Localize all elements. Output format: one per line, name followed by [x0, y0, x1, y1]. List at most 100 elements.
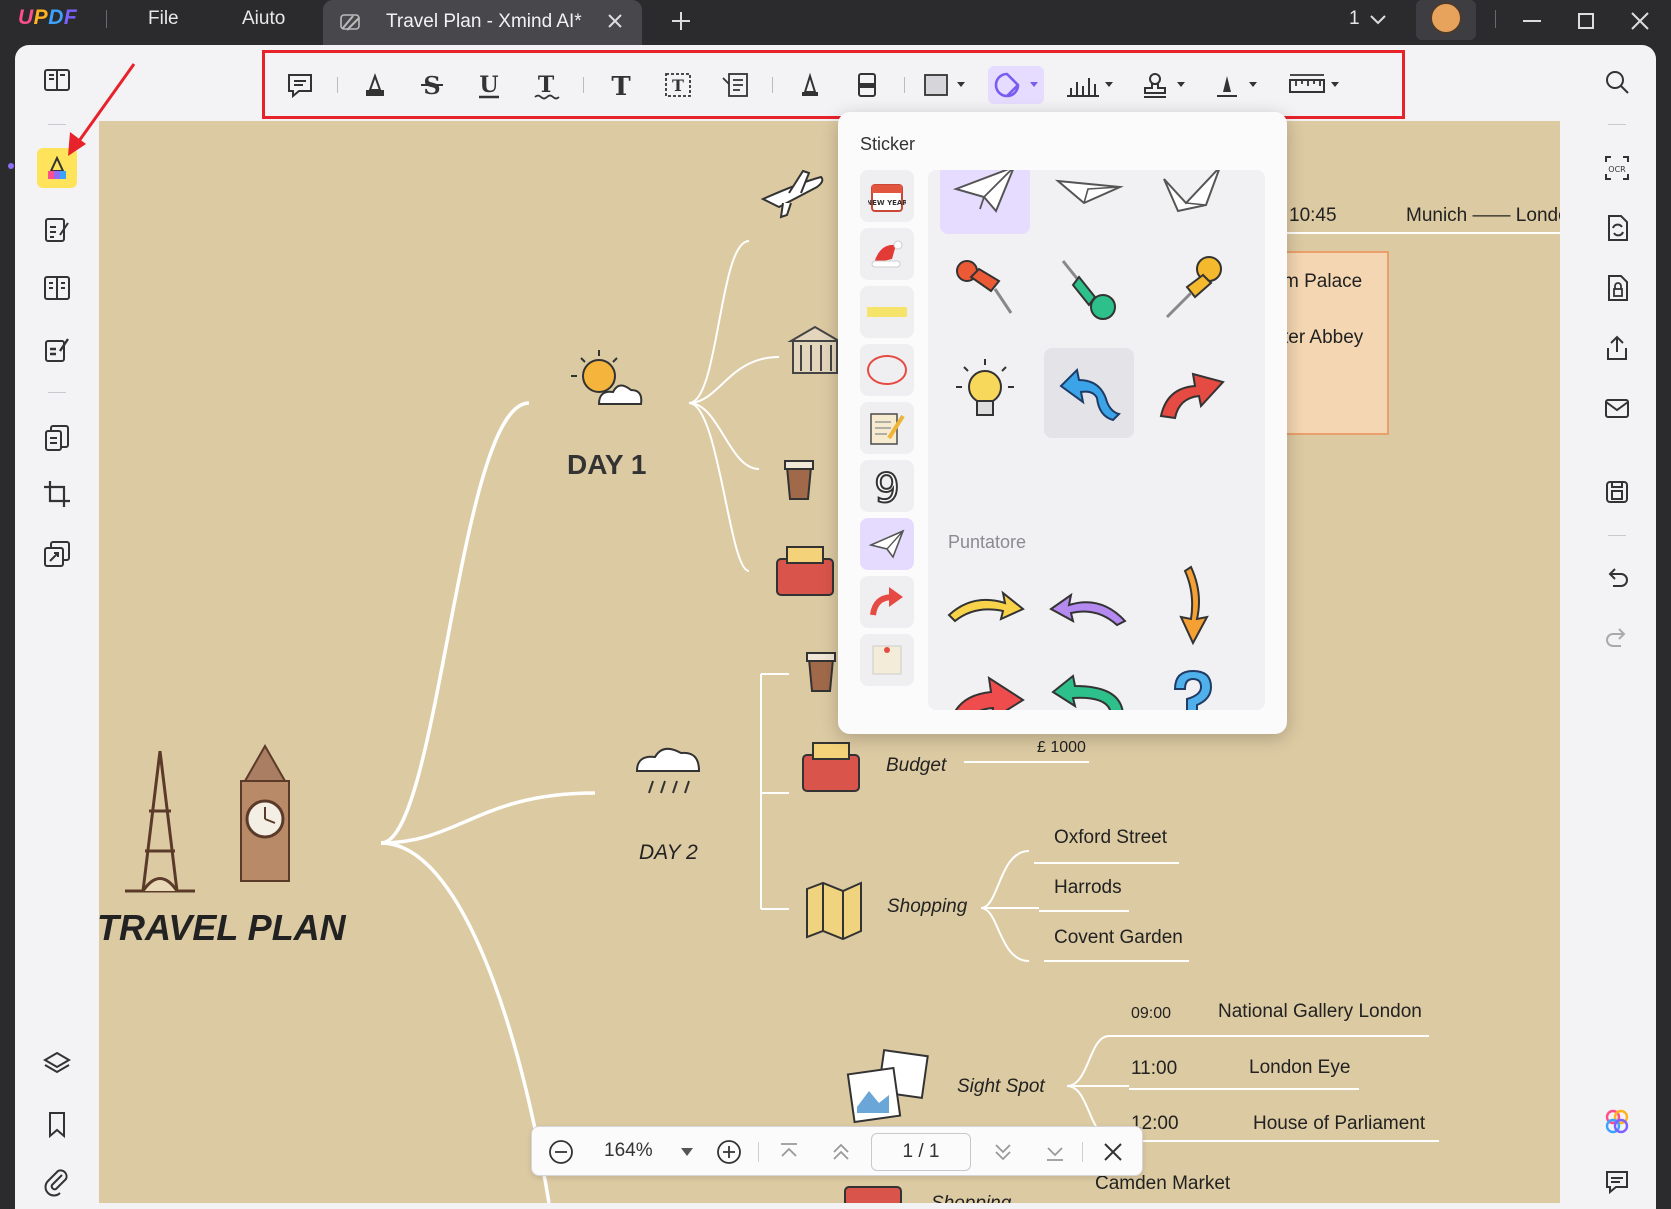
- fill-sign-button[interactable]: [37, 330, 77, 370]
- sticker-category-new-year[interactable]: NEW YEAR: [860, 170, 914, 222]
- sticker-arrow-blue[interactable]: [1044, 348, 1134, 438]
- eraser-tool[interactable]: [847, 66, 887, 104]
- edit-mode-button[interactable]: [37, 210, 77, 250]
- maximize-icon[interactable]: [1575, 10, 1597, 37]
- shopping-node[interactable]: Shopping: [887, 896, 967, 918]
- page-tools-button[interactable]: [37, 534, 77, 574]
- sight-spot-node[interactable]: Sight Spot: [957, 1076, 1045, 1098]
- sticker-paper-plane-2[interactable]: [1044, 170, 1134, 234]
- ai-assistant-button[interactable]: [1597, 1102, 1637, 1142]
- bookmark-button[interactable]: [37, 1104, 77, 1144]
- undo-button[interactable]: [1597, 558, 1637, 598]
- new-tab-icon[interactable]: [670, 10, 692, 37]
- first-page-button[interactable]: [774, 1137, 804, 1167]
- sticker-arrow-red[interactable]: [1148, 348, 1238, 438]
- document-canvas[interactable]: TRAVEL PLAN DAY 1 DAY 2 10:45 Munich —— …: [99, 121, 1560, 1203]
- chart-tool[interactable]: [1059, 66, 1119, 104]
- protect-button[interactable]: [1597, 268, 1637, 308]
- sticker-question-mark[interactable]: [1148, 660, 1238, 710]
- sticker-pointer-green[interactable]: [1044, 660, 1134, 710]
- form-mode-button[interactable]: [37, 268, 77, 308]
- layers-button[interactable]: [37, 1044, 77, 1084]
- budget-node[interactable]: Budget: [886, 755, 946, 777]
- comments-panel-button[interactable]: [1597, 1162, 1637, 1202]
- shopping-node-2[interactable]: Shopping: [931, 1193, 1011, 1203]
- time-label[interactable]: 09:00: [1131, 1005, 1171, 1023]
- chevron-down-icon[interactable]: [1369, 13, 1387, 31]
- sticker-pin-yellow[interactable]: [1148, 246, 1238, 336]
- menu-help[interactable]: Aiuto: [242, 8, 285, 30]
- day2-node[interactable]: DAY 2: [639, 841, 698, 865]
- sticker-category-tape[interactable]: [860, 286, 914, 338]
- zoom-out-button[interactable]: [546, 1137, 576, 1167]
- search-button[interactable]: [1597, 62, 1637, 102]
- zoom-dropdown-button[interactable]: [672, 1137, 702, 1167]
- menu-file[interactable]: File: [148, 8, 179, 30]
- sticker-pin-red[interactable]: [940, 246, 1030, 336]
- crop-button[interactable]: [37, 474, 77, 514]
- sticker-pointer-orange[interactable]: [1148, 560, 1238, 650]
- page-indicator[interactable]: 1: [1349, 8, 1360, 30]
- minimize-icon[interactable]: [1521, 10, 1543, 37]
- measure-tool[interactable]: [1283, 66, 1347, 104]
- sticker-category-paper-plane[interactable]: [860, 518, 914, 570]
- stamp-tool[interactable]: [1135, 66, 1191, 104]
- sticker-lightbulb[interactable]: [940, 348, 1030, 438]
- textbox-tool[interactable]: T: [658, 66, 698, 104]
- zoom-in-button[interactable]: [714, 1137, 744, 1167]
- save-button[interactable]: [1597, 472, 1637, 512]
- sticker-pointer-red[interactable]: [940, 660, 1030, 710]
- underline-tool[interactable]: U: [469, 66, 509, 104]
- attachment-button[interactable]: [37, 1162, 77, 1202]
- share-button[interactable]: [1597, 328, 1637, 368]
- abbey-label[interactable]: ter Abbey: [1283, 327, 1363, 349]
- london-eye-label[interactable]: London Eye: [1249, 1057, 1350, 1079]
- budget-value[interactable]: £ 1000: [1037, 739, 1086, 757]
- redo-button[interactable]: [1597, 618, 1637, 658]
- oxford-street-label[interactable]: Oxford Street: [1054, 827, 1167, 849]
- organize-pages-button[interactable]: [37, 418, 77, 458]
- sticker-pointer-yellow[interactable]: [940, 560, 1030, 650]
- sticker-category-circle[interactable]: [860, 344, 914, 396]
- comment-tool[interactable]: [280, 66, 320, 104]
- covent-garden-label[interactable]: Covent Garden: [1054, 927, 1183, 949]
- previous-page-button[interactable]: [826, 1137, 856, 1167]
- sticker-category-memo[interactable]: [860, 634, 914, 686]
- close-window-icon[interactable]: [1629, 10, 1651, 37]
- route-label[interactable]: Munich —— Londo: [1406, 205, 1560, 227]
- zoom-level[interactable]: 164%: [604, 1140, 653, 1162]
- strikethrough-tool[interactable]: S: [412, 66, 452, 104]
- palace-label[interactable]: m Palace: [1283, 271, 1362, 293]
- map-title[interactable]: TRAVEL PLAN: [99, 907, 346, 949]
- camden-market-label[interactable]: Camden Market: [1095, 1173, 1230, 1195]
- pencil-tool[interactable]: [790, 66, 830, 104]
- shape-tool[interactable]: [917, 66, 973, 104]
- next-page-button[interactable]: [988, 1137, 1018, 1167]
- highlight-tool[interactable]: [355, 66, 395, 104]
- sticker-pointer-purple[interactable]: [1044, 560, 1134, 650]
- squiggly-tool[interactable]: T: [526, 66, 566, 104]
- page-number-input[interactable]: 1 / 1: [871, 1133, 971, 1171]
- ocr-button[interactable]: OCR: [1597, 148, 1637, 188]
- avatar[interactable]: [1416, 0, 1476, 40]
- email-button[interactable]: [1597, 388, 1637, 428]
- text-callout-tool[interactable]: [715, 66, 755, 104]
- sticker-tool[interactable]: [988, 66, 1044, 104]
- harrods-label[interactable]: Harrods: [1054, 877, 1122, 899]
- sticker-paper-plane-1[interactable]: [940, 170, 1030, 234]
- close-nav-button[interactable]: [1098, 1137, 1128, 1167]
- updf-logo[interactable]: UPDF: [18, 6, 77, 30]
- last-page-button[interactable]: [1040, 1137, 1070, 1167]
- day1-node[interactable]: DAY 1: [567, 449, 646, 481]
- time-label[interactable]: 10:45: [1289, 205, 1337, 227]
- text-tool[interactable]: T: [601, 66, 641, 104]
- sticker-category-arrows[interactable]: [860, 576, 914, 628]
- convert-button[interactable]: [1597, 208, 1637, 248]
- parliament-label[interactable]: House of Parliament: [1253, 1113, 1425, 1135]
- signature-tool[interactable]: [1207, 66, 1263, 104]
- national-gallery-label[interactable]: National Gallery London: [1218, 1001, 1422, 1023]
- sticker-category-christmas[interactable]: [860, 228, 914, 280]
- sticker-paper-crane[interactable]: [1148, 170, 1238, 234]
- document-tab[interactable]: Travel Plan - Xmind AI*: [323, 0, 642, 45]
- close-tab-icon[interactable]: [606, 12, 624, 35]
